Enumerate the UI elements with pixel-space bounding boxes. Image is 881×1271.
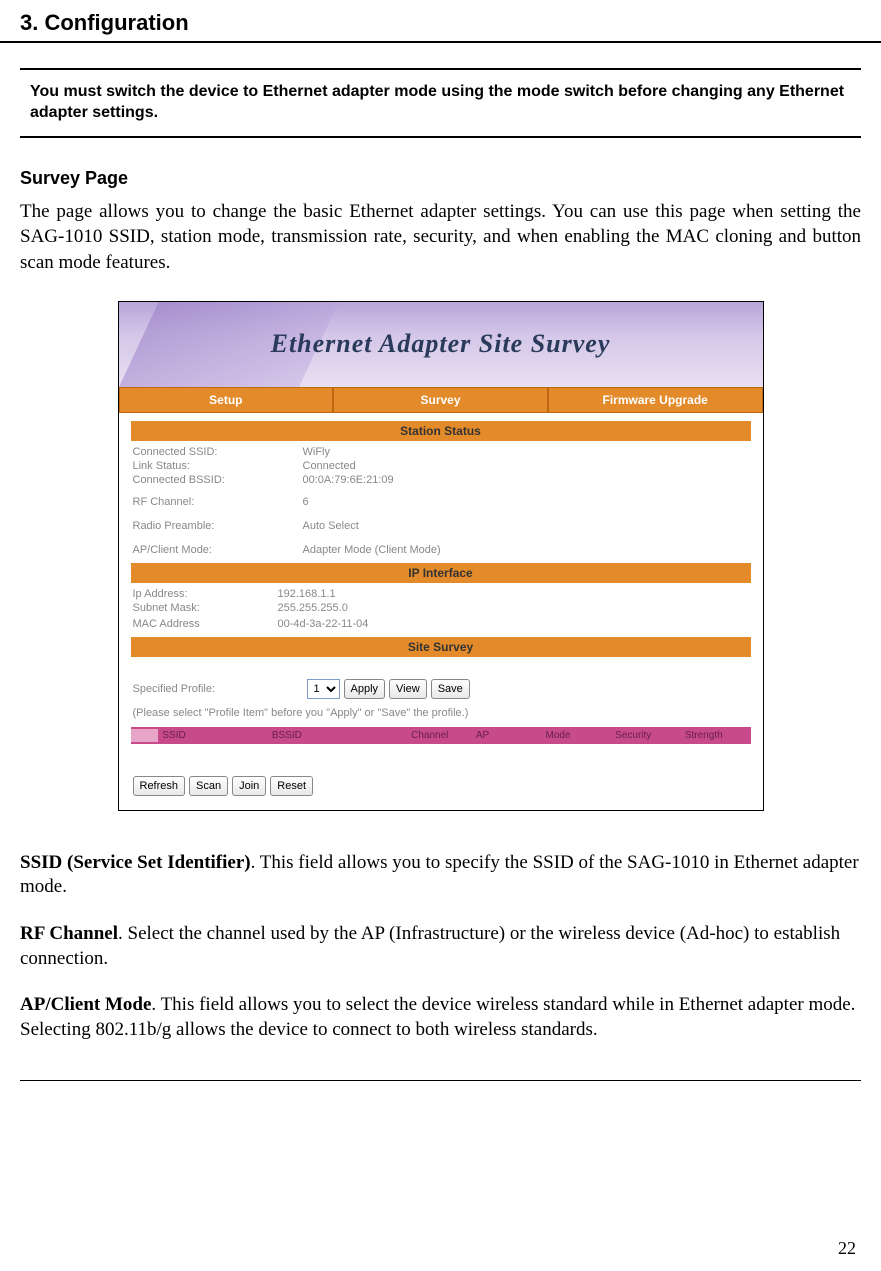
term: SSID (Service Set Identifier): [20, 852, 251, 873]
def-ssid: SSID (Service Set Identifier). This fiel…: [20, 851, 861, 900]
tab-survey[interactable]: Survey: [333, 388, 548, 412]
page-number: 22: [838, 1238, 856, 1259]
value: Adapter Mode (Client Mode): [303, 544, 749, 556]
survey-table-empty: [125, 744, 757, 772]
value: Connected: [303, 460, 749, 472]
reset-button[interactable]: Reset: [270, 776, 313, 796]
scan-button[interactable]: Scan: [189, 776, 228, 796]
def-rfchannel: RF Channel. Select the channel used by t…: [20, 922, 861, 971]
value: 6: [303, 496, 749, 508]
app-banner: Ethernet Adapter Site Survey: [119, 302, 763, 387]
col-checkbox: [131, 729, 159, 742]
col-mode: Mode: [542, 729, 612, 742]
term: AP/Client Mode: [20, 994, 151, 1015]
survey-table-header: SSID BSSID Channel AP Mode Security Stre…: [131, 727, 751, 744]
profile-label: Specified Profile:: [133, 683, 303, 695]
section-site-survey: Site Survey: [131, 637, 751, 657]
notice-box: You must switch the device to Ethernet a…: [20, 68, 861, 138]
chapter-title: 3. Configuration: [20, 10, 861, 36]
screenshot-wrap: Ethernet Adapter Site Survey Setup Surve…: [20, 301, 861, 816]
desc: . Select the channel used by the AP (Inf…: [20, 923, 840, 969]
app-body: Station Status Connected SSID:WiFly Link…: [119, 413, 763, 810]
def-apclient: AP/Client Mode. This field allows you to…: [20, 993, 861, 1042]
screenshot: Ethernet Adapter Site Survey Setup Surve…: [118, 301, 764, 811]
row-apclient: AP/Client Mode:Adapter Mode (Client Mode…: [125, 541, 757, 559]
value: 192.168.1.1: [278, 588, 749, 600]
footer-rule: [20, 1080, 861, 1081]
app-title: Ethernet Adapter Site Survey: [271, 329, 611, 359]
label: Ip Address:: [133, 588, 278, 600]
value: 255.255.255.0: [278, 602, 749, 614]
col-ssid: SSID: [158, 729, 267, 742]
label: AP/Client Mode:: [133, 544, 303, 556]
row-ip: Ip Address:192.168.1.1: [125, 587, 757, 601]
content: Survey Page The page allows you to chang…: [0, 153, 881, 1080]
row-ssid: Connected SSID:WiFly: [125, 445, 757, 459]
col-security: Security: [611, 729, 681, 742]
label: Subnet Mask:: [133, 602, 278, 614]
profile-row: Specified Profile: 1 Apply View Save: [125, 673, 757, 705]
row-rfchannel: RF Channel:6: [125, 493, 757, 511]
refresh-button[interactable]: Refresh: [133, 776, 186, 796]
page-header: 3. Configuration: [0, 0, 881, 43]
section-station-status: Station Status: [131, 421, 751, 441]
col-ap: AP: [472, 729, 542, 742]
row-bssid: Connected BSSID:00:0A:79:6E:21:09: [125, 473, 757, 487]
value: 00:0A:79:6E:21:09: [303, 474, 749, 486]
label: MAC Address: [133, 618, 278, 630]
term: RF Channel: [20, 923, 118, 944]
save-button[interactable]: Save: [431, 679, 470, 699]
value: WiFly: [303, 446, 749, 458]
tab-setup[interactable]: Setup: [119, 388, 334, 412]
section-ip-interface: IP Interface: [131, 563, 751, 583]
value: 00-4d-3a-22-11-04: [278, 618, 749, 630]
value: Auto Select: [303, 520, 749, 532]
join-button[interactable]: Join: [232, 776, 266, 796]
row-linkstatus: Link Status:Connected: [125, 459, 757, 473]
view-button[interactable]: View: [389, 679, 427, 699]
notice-text: You must switch the device to Ethernet a…: [30, 82, 851, 124]
survey-buttons: Refresh Scan Join Reset: [125, 772, 757, 806]
label: Connected SSID:: [133, 446, 303, 458]
row-subnet: Subnet Mask:255.255.255.0: [125, 601, 757, 615]
apply-button[interactable]: Apply: [344, 679, 386, 699]
label: Link Status:: [133, 460, 303, 472]
profile-note: (Please select "Profile Item" before you…: [125, 705, 757, 727]
col-channel: Channel: [407, 729, 472, 742]
row-preamble: Radio Preamble:Auto Select: [125, 517, 757, 535]
definitions: SSID (Service Set Identifier). This fiel…: [20, 851, 861, 1043]
label: Connected BSSID:: [133, 474, 303, 486]
tab-bar: Setup Survey Firmware Upgrade: [119, 387, 763, 413]
col-strength: Strength: [681, 729, 751, 742]
label: Radio Preamble:: [133, 520, 303, 532]
section-title: Survey Page: [20, 168, 861, 189]
label: RF Channel:: [133, 496, 303, 508]
profile-select[interactable]: 1: [307, 679, 340, 699]
col-bssid: BSSID: [268, 729, 407, 742]
section-intro: The page allows you to change the basic …: [20, 199, 861, 276]
tab-firmware[interactable]: Firmware Upgrade: [548, 388, 763, 412]
row-mac: MAC Address00-4d-3a-22-11-04: [125, 615, 757, 633]
